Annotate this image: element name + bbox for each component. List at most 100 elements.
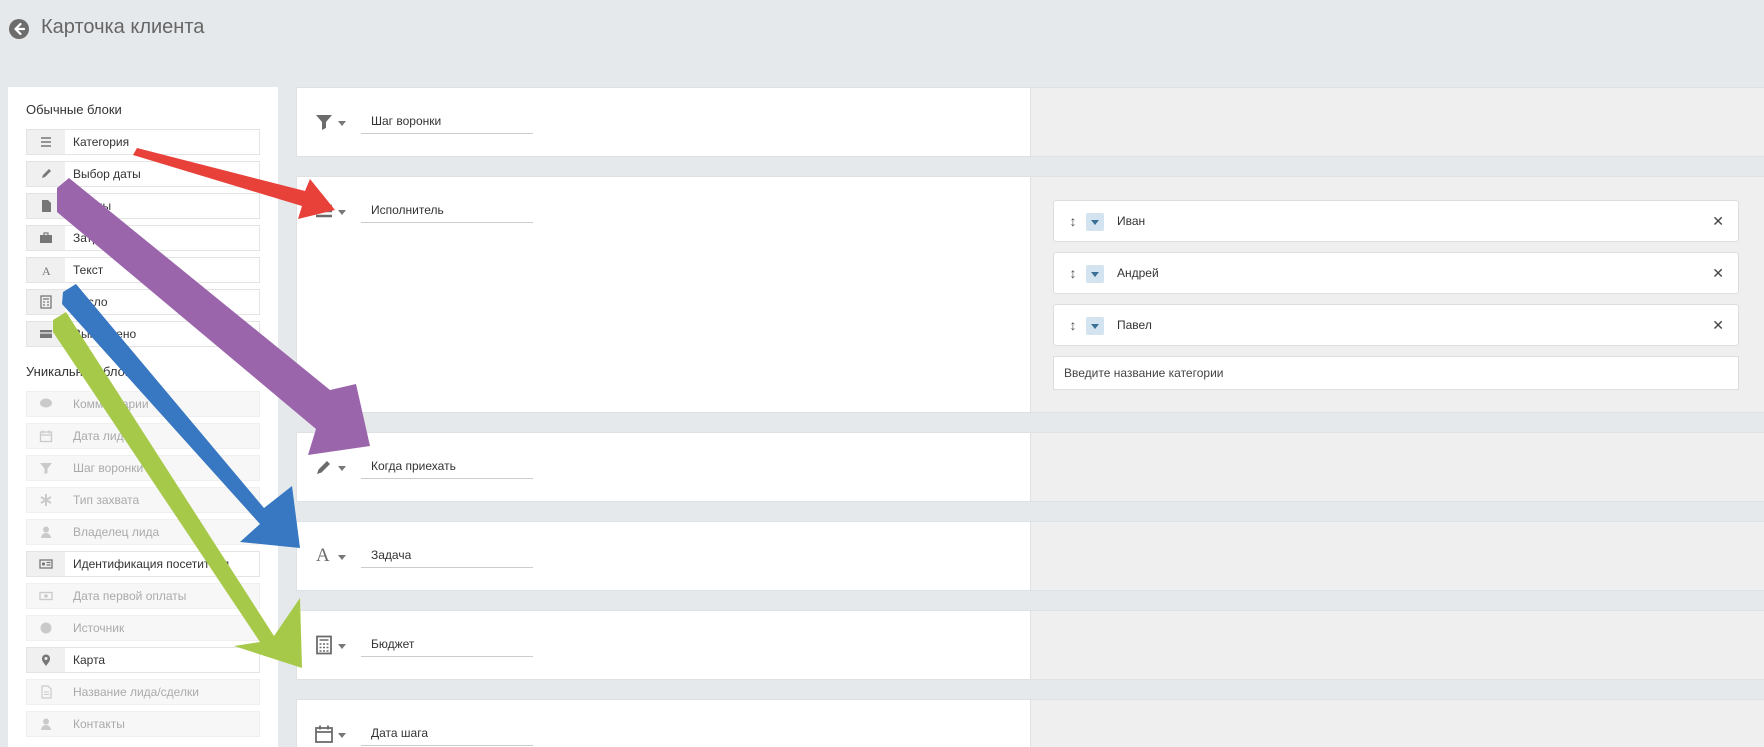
palette-item-label: Комментарии — [73, 397, 149, 411]
category-option[interactable]: ↕ Иван ✕ — [1053, 200, 1739, 242]
pencil-icon — [27, 162, 65, 186]
palette-item-label: Название лида/сделки — [73, 685, 199, 699]
pie-icon — [27, 616, 65, 640]
palette-item-source: Источник — [26, 615, 260, 641]
calendar-icon[interactable] — [314, 724, 334, 744]
palette-item-funnel-step: Шаг воронки — [26, 455, 260, 481]
money-icon — [27, 584, 65, 608]
block-left-panel: Дата шага — [296, 699, 1031, 747]
drag-handle-icon[interactable]: ↕ — [1067, 211, 1079, 231]
drag-handle-icon[interactable]: ↕ — [1067, 263, 1079, 283]
palette-item-lead-date: Дата лида — [26, 423, 260, 449]
block-settings-panel — [1031, 521, 1764, 591]
palette-item-label: Дата лида — [73, 429, 131, 443]
list-icon[interactable] — [314, 201, 334, 221]
pencil-icon[interactable] — [314, 457, 334, 477]
option-label: Иван — [1117, 214, 1146, 228]
user-icon — [27, 712, 65, 736]
block-name-field[interactable]: Шаг воронки — [361, 108, 533, 134]
palette-item-label: Карта — [73, 653, 106, 667]
palette-item-label: Выбор даты — [73, 167, 141, 181]
block-name-field[interactable]: Задача — [361, 542, 533, 568]
palette-item-first-payment-date: Дата первой оплаты — [26, 583, 260, 609]
option-dropdown-button[interactable] — [1086, 317, 1104, 335]
block-left-panel: Когда приехать — [296, 432, 1031, 502]
block-type-caret[interactable] — [338, 121, 346, 126]
back-arrow-icon[interactable] — [8, 18, 30, 40]
block-arrival-date[interactable]: Когда приехать — [296, 432, 1764, 502]
block-type-caret[interactable] — [338, 210, 346, 215]
text-a-icon: A — [27, 258, 65, 282]
palette-item-map[interactable]: Карта — [26, 647, 260, 673]
new-category-input[interactable]: Введите название категории — [1053, 356, 1739, 390]
palette-item-number[interactable]: Число — [26, 289, 260, 315]
briefcase-icon — [27, 226, 65, 250]
page-header: Карточка клиента — [0, 0, 1764, 60]
palette-item-label: Выполнено — [73, 327, 137, 341]
list-icon — [27, 130, 65, 154]
palette-item-label: Затраты — [73, 231, 120, 245]
calculator-icon[interactable] — [314, 635, 334, 655]
close-icon[interactable]: ✕ — [1712, 253, 1724, 293]
palette-item-label: Файлы — [73, 199, 112, 213]
palette-item-files[interactable]: Файлы — [26, 193, 260, 219]
drag-handle-icon[interactable]: ↕ — [1067, 315, 1079, 335]
close-icon[interactable]: ✕ — [1712, 305, 1724, 345]
block-task[interactable]: A Задача — [296, 521, 1764, 591]
palette-item-label: Дата первой оплаты — [73, 589, 187, 603]
palette-item-category[interactable]: Категория — [26, 129, 260, 155]
block-name-field[interactable]: Когда приехать — [361, 453, 533, 479]
block-left-panel: A Задача — [296, 521, 1031, 591]
map-marker-icon — [27, 648, 65, 672]
user-icon — [27, 520, 65, 544]
regular-blocks-heading: Обычные блоки — [26, 102, 122, 117]
option-dropdown-button[interactable] — [1086, 265, 1104, 283]
palette-item-date-picker[interactable]: Выбор даты — [26, 161, 260, 187]
palette-item-label: Шаг воронки — [73, 461, 144, 475]
blocks-palette: Обычные блоки Категория Выбор даты Файлы… — [8, 87, 278, 747]
text-a-icon[interactable]: A — [314, 544, 334, 564]
page-title: Карточка клиента — [41, 16, 205, 38]
palette-item-lead-name: Название лида/сделки — [26, 679, 260, 705]
block-step-date[interactable]: Дата шага — [296, 699, 1764, 747]
palette-item-capture-type: Тип захвата — [26, 487, 260, 513]
palette-item-done[interactable]: Выполнено — [26, 321, 260, 347]
block-name-field[interactable]: Исполнитель — [361, 197, 533, 223]
palette-item-label: Владелец лида — [73, 525, 160, 539]
block-name-field[interactable]: Бюджет — [361, 631, 533, 657]
block-executor[interactable]: Исполнитель ↕ Иван ✕ ↕ Андрей ✕ ↕ Павел … — [296, 176, 1764, 413]
block-settings-panel — [1031, 610, 1764, 680]
document-icon — [27, 680, 65, 704]
palette-item-comments: Комментарии — [26, 391, 260, 417]
block-settings-panel — [1031, 87, 1764, 157]
category-option[interactable]: ↕ Андрей ✕ — [1053, 252, 1739, 294]
comment-icon — [27, 392, 65, 416]
block-type-caret[interactable] — [338, 466, 346, 471]
category-option[interactable]: ↕ Павел ✕ — [1053, 304, 1739, 346]
option-label: Андрей — [1117, 266, 1159, 280]
palette-item-label: Контакты — [73, 717, 125, 731]
palette-item-label: Идентификация посетителя — [73, 557, 230, 571]
palette-item-text[interactable]: A Текст — [26, 257, 260, 283]
option-dropdown-button[interactable] — [1086, 213, 1104, 231]
unique-blocks-heading: Уникальные блоки — [26, 364, 138, 379]
filter-icon[interactable] — [314, 112, 334, 132]
block-settings-panel — [1031, 699, 1764, 747]
svg-text:A: A — [42, 264, 51, 277]
block-left-panel: Бюджет — [296, 610, 1031, 680]
block-funnel-step[interactable]: Шаг воронки — [296, 87, 1764, 157]
block-type-caret[interactable] — [338, 644, 346, 649]
close-icon[interactable]: ✕ — [1712, 201, 1724, 241]
category-options-panel: ↕ Иван ✕ ↕ Андрей ✕ ↕ Павел ✕ Введите на… — [1031, 176, 1764, 413]
file-icon — [27, 194, 65, 218]
block-type-caret[interactable] — [338, 555, 346, 560]
id-card-icon — [27, 552, 65, 576]
block-name-field[interactable]: Дата шага — [361, 720, 533, 746]
palette-item-visitor-id[interactable]: Идентификация посетителя — [26, 551, 260, 577]
palette-item-expenses[interactable]: Затраты — [26, 225, 260, 251]
palette-item-label: Источник — [73, 621, 125, 635]
palette-item-label: Текст — [73, 263, 104, 277]
block-type-caret[interactable] — [338, 733, 346, 738]
block-budget[interactable]: Бюджет — [296, 610, 1764, 680]
asterisk-icon — [27, 488, 65, 512]
